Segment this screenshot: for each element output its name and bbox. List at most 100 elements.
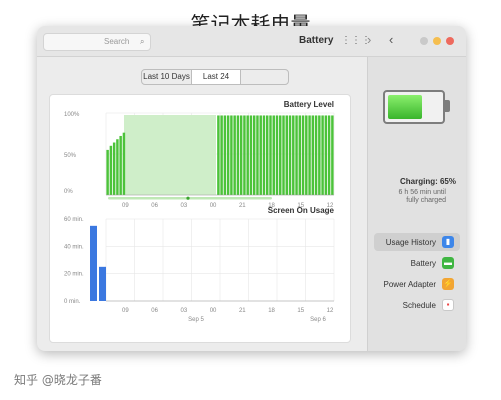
battery-level-bar xyxy=(285,115,288,195)
chevron-left-icon[interactable]: ‹ xyxy=(389,32,393,47)
time-to-full: 6 h 56 min until fully charged xyxy=(376,189,446,205)
sidebar-item-label: Power Adapter xyxy=(383,280,436,289)
battery-level-bar xyxy=(266,115,269,195)
screen-x-tick-label: 12 xyxy=(327,308,334,314)
battery-level-bar xyxy=(282,115,285,195)
main-panel: Last 10 Days Last 24 Hours Battery Level… xyxy=(37,57,367,351)
time-range-control[interactable]: Last 10 Days Last 24 Hours xyxy=(141,69,289,85)
screen-x-tick-label: 09 xyxy=(122,308,129,314)
time-to-full-line2: fully charged xyxy=(406,197,446,204)
tab-last-10-days[interactable]: Last 10 Days xyxy=(142,70,191,84)
battery-level-bar xyxy=(292,115,295,195)
battery-level-bar xyxy=(106,149,109,195)
battery-level-bar xyxy=(331,115,334,195)
toolbar: Search ⌕ Battery ⋮⋮⋮ › ‹ xyxy=(37,26,466,57)
battery-level-bar xyxy=(252,115,256,195)
battery-level-bar xyxy=(226,115,230,195)
screen-usage-bar xyxy=(90,225,97,301)
screen-date-label: Sep 5 xyxy=(188,317,204,323)
battery-level-bar xyxy=(269,115,272,195)
sidebar: Charging: 65% 6 h 56 min until fully cha… xyxy=(367,57,466,351)
screen-x-tick-label: 21 xyxy=(239,308,246,314)
sidebar-item-schedule[interactable]: Schedule ▪ xyxy=(374,296,460,314)
battery-level-bar xyxy=(272,115,275,195)
timeline-marker[interactable] xyxy=(186,196,190,200)
battery-y-tick-label: 100% xyxy=(64,112,80,118)
tab-last-24-hours[interactable]: Last 24 Hours xyxy=(191,70,241,84)
screen-x-tick-label: 15 xyxy=(297,308,304,314)
battery-level-bar xyxy=(311,115,315,195)
battery-level-bar xyxy=(239,115,243,195)
screen-y-tick-label: 0 min. xyxy=(64,299,81,305)
screen-usage-bar xyxy=(99,266,106,301)
plug-icon: ⚡ xyxy=(442,278,454,290)
battery-level-bar xyxy=(262,115,266,195)
battery-level-bar xyxy=(324,115,328,195)
timeline-scrollbar[interactable] xyxy=(108,197,272,200)
battery-tip xyxy=(445,100,450,112)
battery-x-tick-label: 00 xyxy=(210,203,217,209)
battery-level-bar xyxy=(256,115,259,195)
sidebar-menu: Usage History ▮ Battery ▬ Power Adapter … xyxy=(374,233,460,317)
battery-x-tick-label: 03 xyxy=(181,203,188,209)
battery-level-bar xyxy=(217,115,220,195)
battery-x-tick-label: 09 xyxy=(122,203,129,209)
battery-fill xyxy=(388,95,422,119)
minimize-button[interactable] xyxy=(433,37,441,45)
battery-level-bar xyxy=(249,115,253,195)
window-title: Battery xyxy=(299,35,334,46)
battery-x-tick-label: 21 xyxy=(239,203,246,209)
battery-level-bar xyxy=(305,115,308,195)
screen-x-tick-label: 18 xyxy=(268,308,275,314)
screen-x-tick-label: 06 xyxy=(151,308,158,314)
sidebar-item-label: Battery xyxy=(410,259,436,268)
sidebar-item-power-adapter[interactable]: Power Adapter ⚡ xyxy=(374,275,460,293)
battery-level-bar xyxy=(230,115,233,195)
sidebar-item-label: Schedule xyxy=(402,301,436,310)
screen-x-tick-label: 03 xyxy=(181,308,188,314)
chevron-right-icon[interactable]: › xyxy=(367,32,371,47)
bar-chart-icon: ▮ xyxy=(442,236,454,248)
calendar-icon: ▪ xyxy=(442,299,454,311)
battery-charging-shade xyxy=(124,115,216,195)
battery-level-title: Battery Level xyxy=(284,100,334,109)
battery-level-bar xyxy=(246,115,249,195)
close-button[interactable] xyxy=(446,37,454,45)
battery-level-bar xyxy=(288,115,292,195)
battery-level-bar xyxy=(119,135,122,195)
battery-level-bar xyxy=(308,115,311,195)
screen-y-tick-label: 40 min. xyxy=(64,244,84,250)
battery-level-bar xyxy=(236,115,240,195)
charging-status: Charging: 65% xyxy=(399,177,456,186)
zoom-button[interactable] xyxy=(420,37,428,45)
watermark: 知乎 @晓龙子番 xyxy=(14,373,102,387)
battery-level-bar xyxy=(112,142,116,195)
sidebar-item-battery[interactable]: Battery ▬ xyxy=(374,254,460,272)
search-icon: ⌕ xyxy=(140,37,145,46)
screen-y-tick-label: 60 min. xyxy=(64,217,84,223)
battery-level-bar xyxy=(279,115,282,195)
battery-body xyxy=(383,90,445,124)
screen-x-tick-label: 00 xyxy=(210,308,217,314)
screen-on-usage-title: Screen On Usage xyxy=(268,206,335,215)
usage-charts-card: Battery Level 100% 50% 0% 12 15 18 21 00 03 06 09… xyxy=(49,94,351,343)
sidebar-item-label: Usage History xyxy=(385,238,436,247)
battery-settings-window: Search ⌕ Battery ⋮⋮⋮ › ‹ Last 10 Days La… xyxy=(37,26,466,351)
screen-date-label: Sep 6 xyxy=(310,317,326,323)
battery-level-bar xyxy=(109,145,113,195)
battery-level-bar xyxy=(314,115,318,195)
time-to-full-line1: 6 h 56 min until xyxy=(398,189,446,196)
battery-level-bar xyxy=(259,115,262,195)
battery-level-bar xyxy=(321,115,324,195)
usage-charts: Battery Level 100% 50% 0% 12 15 18 21 00 03 06 09… xyxy=(64,100,335,323)
battery-level-bar xyxy=(116,139,119,195)
screen-y-tick-label: 20 min. xyxy=(64,272,84,278)
battery-y-tick-label: 0% xyxy=(64,189,73,195)
battery-level-bar xyxy=(298,115,302,195)
sidebar-item-usage-history[interactable]: Usage History ▮ xyxy=(374,233,460,251)
search-field[interactable]: Search ⌕ xyxy=(43,33,151,51)
battery-level-bar xyxy=(122,132,126,195)
battery-level-bar xyxy=(318,115,321,195)
search-placeholder: Search xyxy=(104,37,130,46)
battery-y-tick-label: 50% xyxy=(64,153,77,159)
